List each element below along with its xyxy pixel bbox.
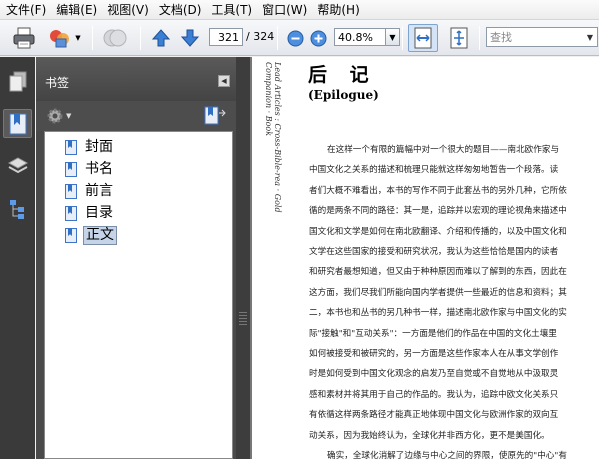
bookmark-icon xyxy=(65,205,77,221)
options-gear-icon[interactable]: ▼ xyxy=(46,107,71,125)
new-bookmark-icon[interactable] xyxy=(204,106,226,129)
search-dropdown-icon[interactable]: ▼ xyxy=(584,29,596,45)
bookmark-item[interactable]: 正文 xyxy=(65,225,117,245)
menu-item[interactable]: 窗口(W) xyxy=(258,1,313,19)
zoom-level-input[interactable]: 40.8% xyxy=(334,28,386,46)
secure-icon xyxy=(101,25,129,51)
menu-item[interactable]: 视图(V) xyxy=(103,1,155,19)
page-heading: 后 记 xyxy=(308,64,377,86)
collapse-panel-icon[interactable]: ◀ xyxy=(218,75,230,87)
zoom-out-icon[interactable] xyxy=(286,29,304,47)
text-line: 际"接触"和"互动关系"：一方面是他们的作品在中国的文化土壤里 xyxy=(309,328,557,339)
text-line: 国文化和文学是如何在南北欧翻译、介绍和传播的，以及中国文化和 xyxy=(309,226,567,237)
splitter-grip[interactable] xyxy=(239,312,247,326)
text-line: 有依循这样两条路径才能真正地体现中国文化与欧洲作家的双向互 xyxy=(309,410,559,421)
text-line: 和研究者最想知道，但又由于种种原因而难以了解到的东西，因此在 xyxy=(309,267,567,278)
bookmark-icon xyxy=(65,139,77,155)
search-placeholder: 查找 xyxy=(490,31,512,44)
menu-item[interactable]: 帮助(H) xyxy=(313,1,365,19)
text-line: 动关系，因为我始终认为，全球化并非西方化，更不是美国化。 xyxy=(309,430,550,441)
collaborate-dropdown-icon[interactable]: ▼ xyxy=(74,33,82,43)
pages-icon[interactable] xyxy=(3,67,32,96)
page-total-label: / 324 xyxy=(246,30,275,43)
panel-header: 书签 ◀ xyxy=(36,57,236,101)
page-number-input[interactable] xyxy=(209,28,243,46)
page-edge xyxy=(250,57,252,459)
text-line: 感和素材并将其用于自己的作品的。我认为，追踪中欧文化关系只 xyxy=(309,389,559,400)
fit-width-icon[interactable] xyxy=(408,24,438,52)
menu-item[interactable]: 工具(T) xyxy=(207,1,258,19)
panel-toolbar: ▼ xyxy=(36,101,236,131)
bookmarks-panel: 书签 ◀ ▼ 封面书名前言目录正文 xyxy=(36,57,236,459)
menu-bar: 文件(F) 编辑(E) 视图(V) 文档(D) 工具(T) 窗口(W) 帮助(H) xyxy=(0,0,599,20)
fit-page-icon[interactable] xyxy=(445,25,473,51)
previous-page-icon[interactable] xyxy=(150,26,172,50)
panel-splitter[interactable] xyxy=(236,57,250,459)
bookmarks-icon[interactable] xyxy=(3,109,32,138)
bookmark-label: 封面 xyxy=(85,138,113,155)
bookmark-icon xyxy=(65,183,77,199)
text-line: 中国文化之关系的描述和梳理只能就这样匆匆地暂告一个段落。读 xyxy=(309,165,559,176)
bookmark-item[interactable]: 封面 xyxy=(65,138,115,156)
structure-tree-icon[interactable] xyxy=(3,194,32,223)
text-line: 时是如何受到中国文化观念的启发乃至自觉或不自觉地从中汲取灵 xyxy=(309,369,559,380)
menu-item[interactable]: 文件(F) xyxy=(2,1,52,19)
bookmark-item[interactable]: 前言 xyxy=(65,182,115,200)
running-header-vertical: Lead Articles : Cross-Bible-rea · Gold C… xyxy=(264,62,282,213)
text-line: 如何被接受和被研究的，另一方面是这些作家本人在从事文学创作 xyxy=(309,349,559,360)
menu-item[interactable]: 文档(D) xyxy=(155,1,208,19)
menu-item[interactable]: 编辑(E) xyxy=(52,1,103,19)
page-body-text: 在这样一个有限的篇幅中对一个很大的题目——南北欧作家与中国文化之关系的描述和梳理… xyxy=(309,140,597,459)
text-line: 这方面，我们尽我们所能向国内学者提供一些最近的信息和资料；其 xyxy=(309,287,567,298)
bookmark-label: 正文 xyxy=(83,225,117,245)
collaborate-icon[interactable] xyxy=(47,25,73,51)
navigation-rail xyxy=(0,57,35,459)
page-subheading: (Epilogue) xyxy=(308,88,379,102)
bookmark-list: 封面书名前言目录正文 xyxy=(44,131,233,459)
text-line: 在这样一个有限的篇幅中对一个很大的题目——南北欧作家与 xyxy=(327,145,560,155)
zoom-dropdown-icon[interactable]: ▼ xyxy=(386,28,400,46)
bookmark-item[interactable]: 书名 xyxy=(65,160,115,178)
text-line: 二，本书也和丛书的另几种书一样，描述南北欧作家与中国文化的实 xyxy=(309,308,567,319)
search-input[interactable]: 查找 ▼ xyxy=(486,27,598,47)
text-line: 确实，全球化消解了边缘与中心之间的界限，使原先的"中心"有 xyxy=(327,451,567,459)
layers-icon[interactable] xyxy=(3,151,32,180)
text-line: 循的是两条不同的路径：其一是，追踪并以宏观的理论视角来描述中 xyxy=(309,206,567,217)
next-page-icon[interactable] xyxy=(179,26,201,50)
text-line: 者们大概不难看出，本书的写作不同于此套丛书的另外几种，它所依 xyxy=(309,185,567,196)
bookmark-label: 书名 xyxy=(85,160,113,177)
text-line: 文学在这些国家的接受和研究状况，我认为这些恰恰是国内的读者 xyxy=(309,247,559,258)
panel-title: 书签 xyxy=(45,76,70,90)
print-icon[interactable] xyxy=(11,25,37,51)
bookmark-label: 前言 xyxy=(85,182,113,199)
bookmark-item[interactable]: 目录 xyxy=(65,204,115,222)
bookmark-icon xyxy=(65,161,77,177)
zoom-in-icon[interactable] xyxy=(309,29,327,47)
bookmark-icon xyxy=(65,227,77,243)
bookmark-label: 目录 xyxy=(85,204,113,221)
